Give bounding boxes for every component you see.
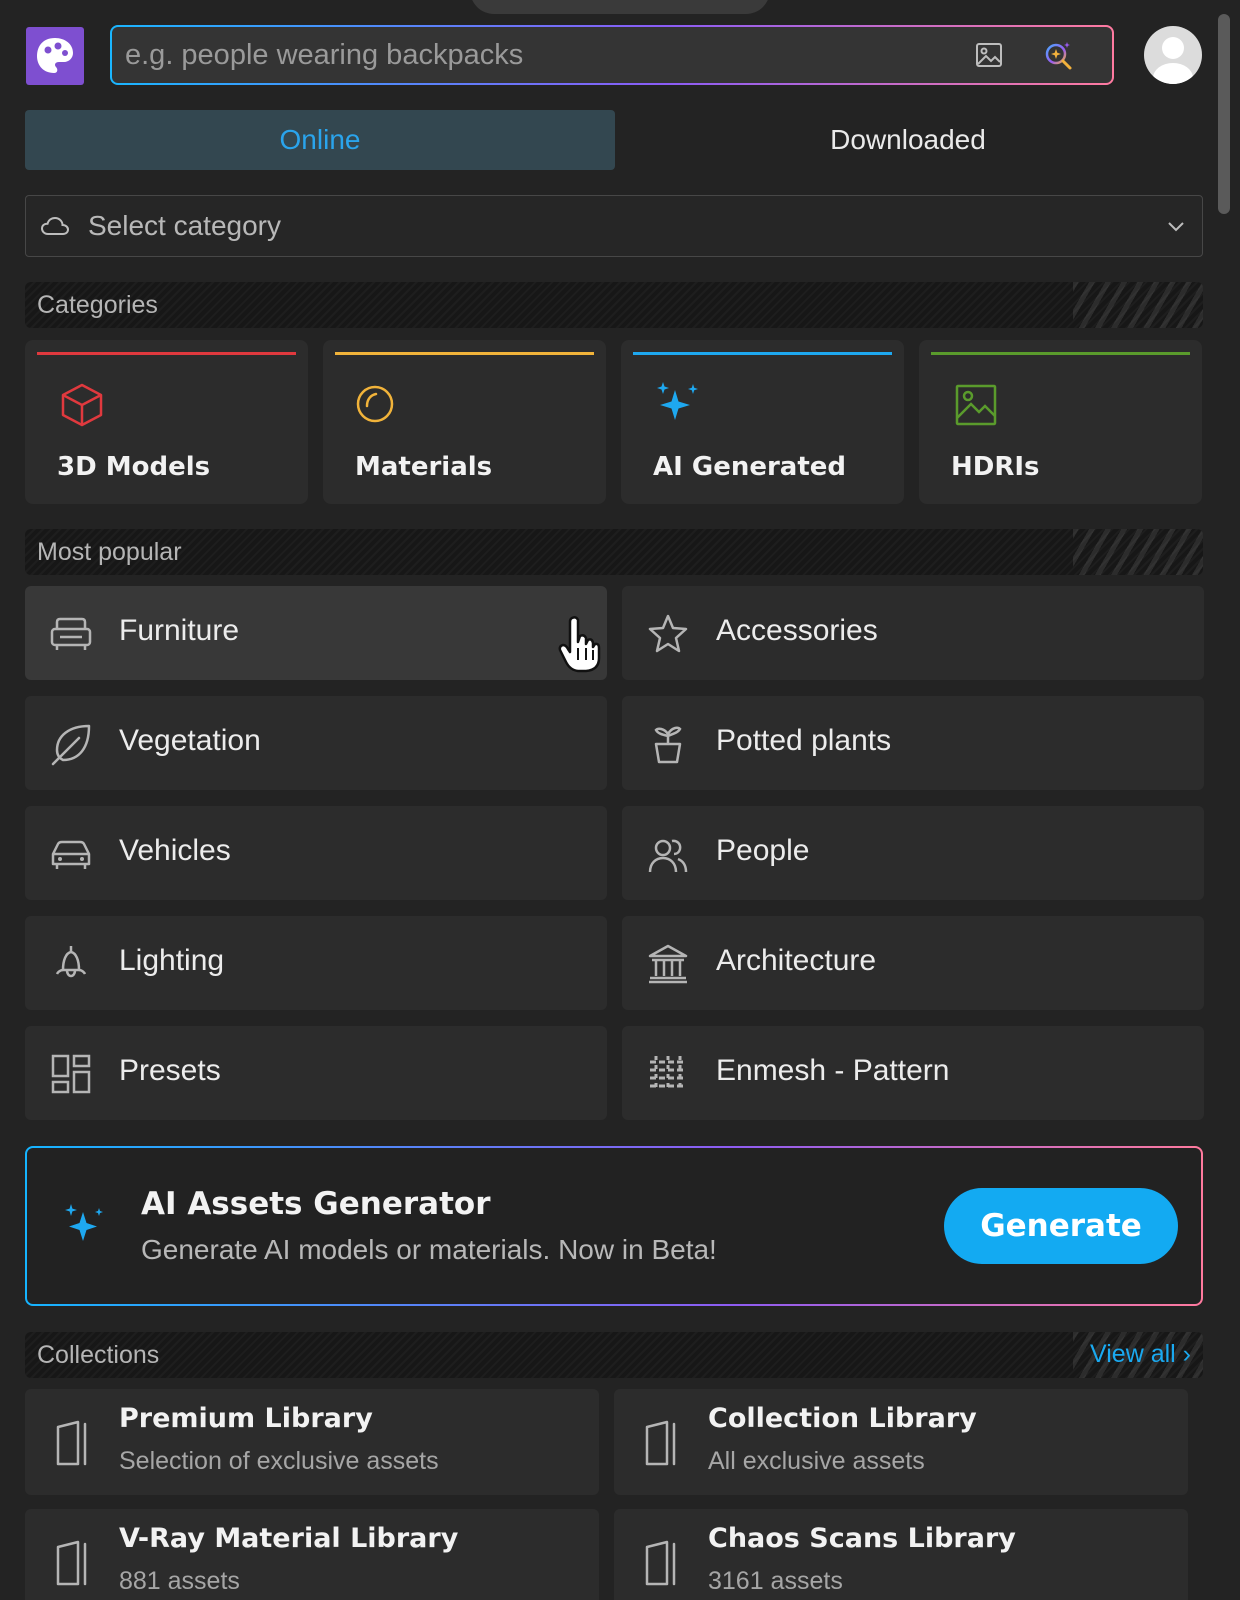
popular-item-people[interactable]: People (622, 806, 1204, 900)
popular-item-accessories[interactable]: Accessories (622, 586, 1204, 680)
sparkles-icon (65, 1204, 103, 1241)
collection-desc: Selection of exclusive assets (119, 1447, 439, 1475)
popular-item-label: Accessories (716, 614, 878, 647)
material-sphere-icon (356, 385, 394, 423)
collection-vray-material-library[interactable]: V-Ray Material Library 881 assets (25, 1509, 599, 1600)
popular-item-potted-plants[interactable]: Potted plants (622, 696, 1204, 790)
image-icon (955, 384, 997, 426)
popular-item-label: Lighting (119, 944, 225, 977)
tab-downloaded[interactable]: Downloaded (613, 110, 1203, 170)
chevron-down-icon (1168, 222, 1184, 232)
tab-online[interactable]: Online (25, 110, 615, 170)
popular-item-vegetation[interactable]: Vegetation (25, 696, 607, 790)
search-input[interactable] (112, 27, 952, 83)
image-search-icon[interactable] (974, 40, 1004, 70)
popular-item-architecture[interactable]: Architecture (622, 916, 1204, 1010)
user-avatar[interactable] (1144, 26, 1202, 84)
book-icon (645, 1420, 676, 1466)
lamp-icon (55, 946, 87, 978)
collection-title: V-Ray Material Library (119, 1523, 459, 1554)
sofa-icon (50, 617, 92, 650)
popular-item-enmesh-pattern[interactable]: Enmesh - Pattern (622, 1026, 1204, 1120)
book-icon (645, 1540, 676, 1586)
collection-title: Chaos Scans Library (708, 1523, 1016, 1554)
popular-item-lighting[interactable]: Lighting (25, 916, 607, 1010)
ai-banner-title: AI Assets Generator (141, 1186, 491, 1222)
collections-header: Collections View all › (25, 1332, 1203, 1378)
top-notch (470, 0, 770, 14)
popular-item-label: Presets (119, 1054, 221, 1087)
view-all-link[interactable]: View all › (1090, 1340, 1191, 1369)
popular-item-label: Potted plants (716, 724, 892, 757)
star-icon (648, 614, 688, 653)
category-ai-generated[interactable]: AI Generated (621, 340, 904, 504)
collection-desc: All exclusive assets (708, 1447, 925, 1475)
header (26, 25, 1202, 87)
popular-item-presets[interactable]: Presets (25, 1026, 607, 1120)
category-select[interactable]: Select category (25, 195, 1203, 257)
popular-item-label: Enmesh - Pattern (716, 1054, 950, 1087)
category-3d-models[interactable]: 3D Models (25, 340, 308, 504)
most-popular-title: Most popular (37, 538, 182, 566)
people-icon (648, 839, 688, 873)
layout-icon (51, 1054, 91, 1094)
generate-button[interactable]: Generate (944, 1188, 1178, 1264)
collection-premium-library[interactable]: Premium Library Selection of exclusive a… (25, 1389, 599, 1495)
collection-title: Collection Library (708, 1403, 977, 1434)
ai-banner-subtitle: Generate AI models or materials. Now in … (141, 1234, 717, 1265)
cloud-icon (40, 216, 70, 235)
scrollbar[interactable] (1218, 14, 1230, 1596)
collection-desc: 3161 assets (708, 1567, 843, 1595)
popular-item-label: People (716, 834, 810, 867)
book-icon (56, 1420, 87, 1466)
ai-assets-banner: AI Assets Generator Generate AI models o… (25, 1146, 1203, 1306)
collection-title: Premium Library (119, 1403, 373, 1434)
sparkles-icon (657, 382, 698, 420)
most-popular-header: Most popular (25, 529, 1203, 575)
collection-collection-library[interactable]: Collection Library All exclusive assets (614, 1389, 1188, 1495)
categories-title: Categories (37, 291, 158, 319)
collections-title: Collections (37, 1341, 160, 1369)
hand-cursor-icon (558, 616, 601, 673)
category-hdris[interactable]: HDRIs (919, 340, 1202, 504)
leaf-icon (51, 724, 91, 766)
building-icon (648, 944, 688, 984)
collection-desc: 881 assets (119, 1567, 240, 1595)
popular-item-label: Vegetation (119, 724, 261, 757)
car-icon (51, 840, 91, 869)
source-tabs: Online Downloaded (25, 110, 1203, 170)
category-label: 3D Models (57, 452, 211, 482)
popular-item-label: Vehicles (119, 834, 231, 867)
ai-search-icon[interactable] (1042, 39, 1074, 71)
popular-item-label: Furniture (119, 614, 240, 647)
cube-icon (61, 383, 103, 427)
app-logo[interactable] (26, 27, 84, 85)
book-icon (56, 1540, 87, 1586)
category-materials[interactable]: Materials (323, 340, 606, 504)
user-icon (1153, 37, 1193, 84)
palette-logo-icon (37, 38, 73, 73)
category-label: Materials (355, 452, 493, 482)
search-bar (110, 25, 1114, 85)
popular-item-vehicles[interactable]: Vehicles (25, 806, 607, 900)
scrollbar-thumb[interactable] (1218, 14, 1230, 214)
category-label: HDRIs (951, 452, 1040, 482)
categories-header: Categories (25, 282, 1203, 328)
pattern-icon (650, 1056, 686, 1092)
popular-item-label: Architecture (716, 944, 877, 977)
popular-item-furniture[interactable]: Furniture (25, 586, 607, 680)
potted-plant-icon (654, 726, 682, 764)
category-select-label: Select category (88, 210, 281, 241)
category-label: AI Generated (653, 452, 847, 482)
collection-chaos-scans-library[interactable]: Chaos Scans Library 3161 assets (614, 1509, 1188, 1600)
